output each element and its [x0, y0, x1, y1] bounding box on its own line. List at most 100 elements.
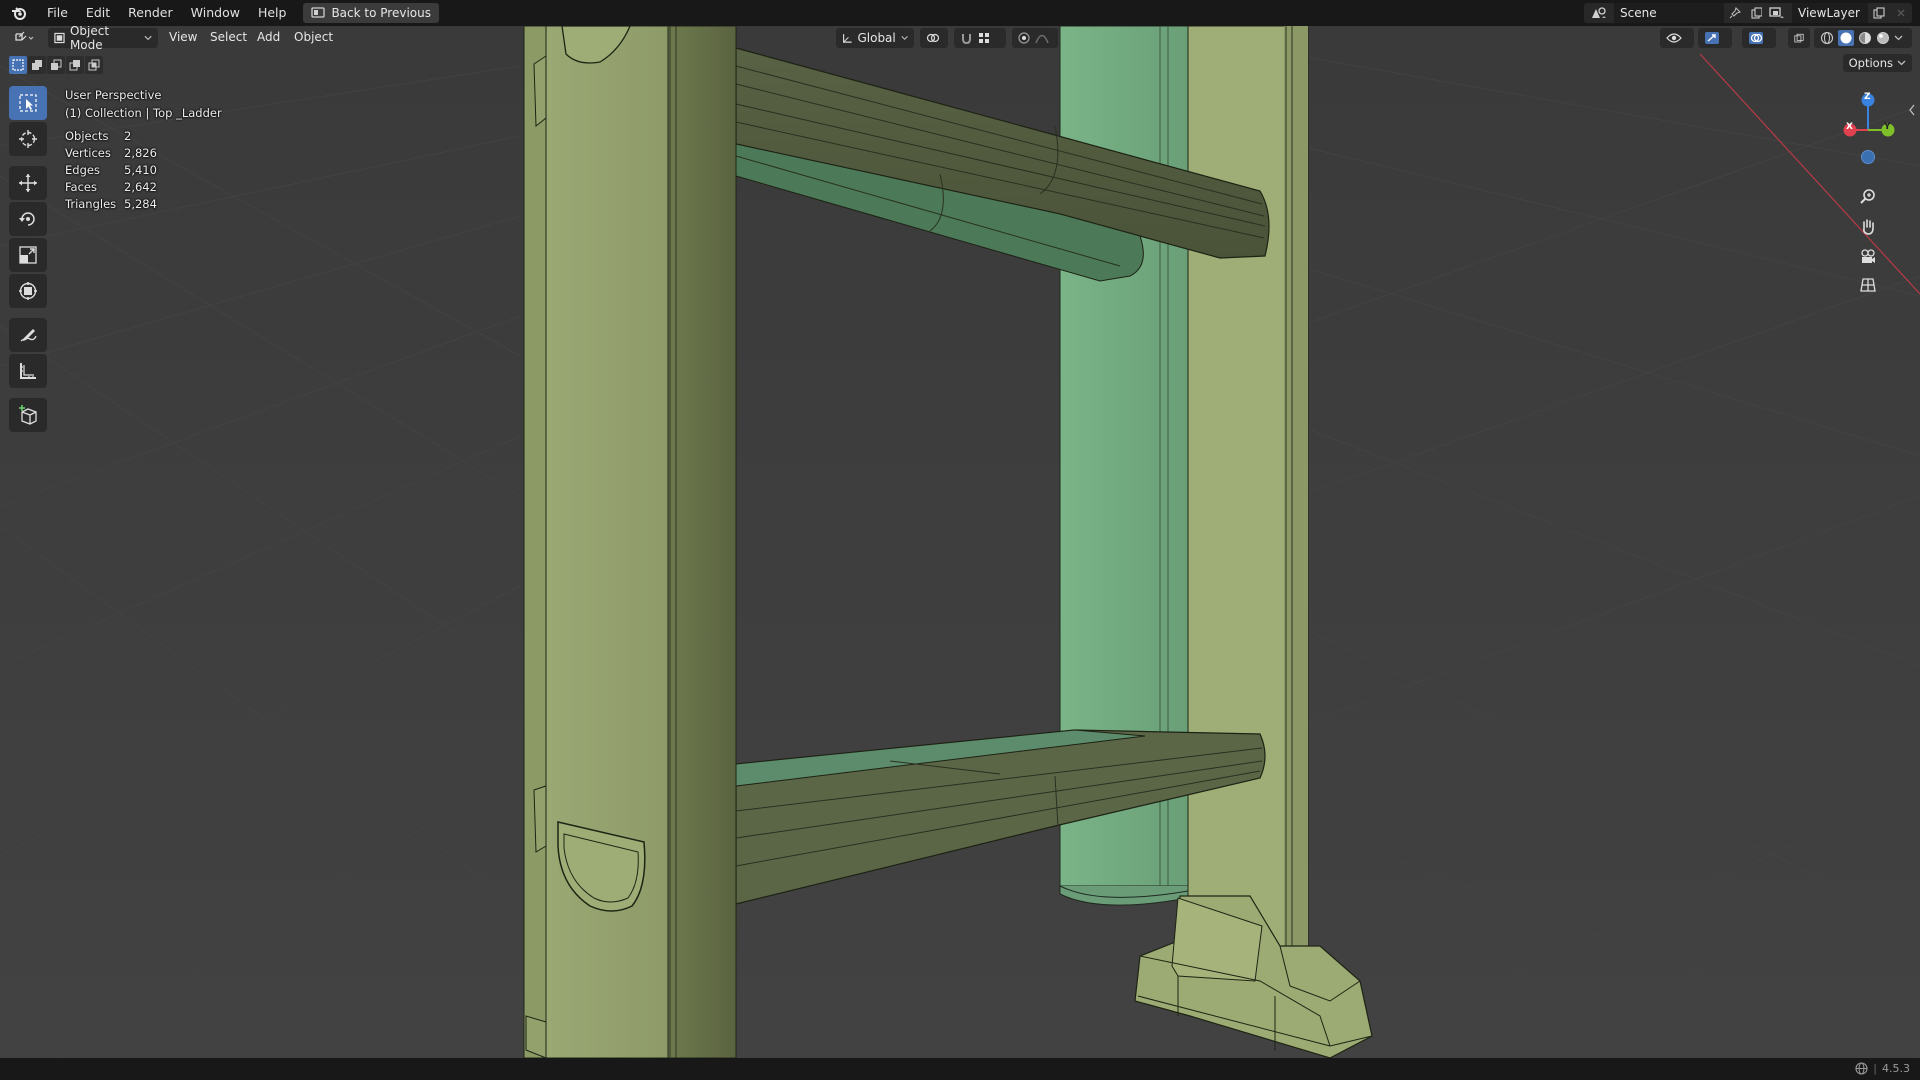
scene-selector[interactable]: Scene	[1584, 3, 1790, 23]
add-cube-tool[interactable]	[9, 398, 47, 432]
xray-icon	[1794, 33, 1804, 42]
select-box-tool[interactable]	[9, 86, 47, 120]
xray-toggle[interactable]	[1788, 28, 1810, 48]
status-bar: | 4.5.3	[0, 1058, 1920, 1080]
view-perspective-label: User Perspective	[65, 88, 162, 102]
proportional-edit-icon	[1018, 32, 1030, 44]
orientation-icon	[843, 33, 852, 43]
menu-view[interactable]: View	[169, 30, 197, 44]
shading-modes[interactable]	[1814, 28, 1912, 48]
menu-render[interactable]: Render	[119, 0, 182, 26]
3d-viewport[interactable]: Object Mode View Select Add Object Globa…	[0, 26, 1920, 1058]
scene-name-field[interactable]: Scene	[1614, 3, 1724, 23]
cursor-tool[interactable]	[9, 122, 47, 156]
menu-help[interactable]: Help	[249, 0, 296, 26]
new-view-layer-icon[interactable]	[1868, 3, 1890, 23]
transform-tool[interactable]	[9, 274, 47, 308]
move-icon	[19, 174, 37, 192]
menu-file[interactable]: File	[38, 0, 77, 26]
measure-tool[interactable]	[9, 354, 47, 388]
options-dropdown[interactable]: Options	[1842, 54, 1912, 72]
gizmo-toggle[interactable]	[1698, 28, 1732, 48]
pivot-point-dropdown[interactable]	[920, 28, 948, 48]
pivot-icon	[926, 33, 940, 43]
snap-grid-icon	[979, 33, 989, 43]
select-new-mode[interactable]	[9, 56, 27, 74]
stat-edges: Edges 5,410	[65, 163, 157, 177]
annotate-tool[interactable]	[9, 318, 47, 352]
chevron-down-icon	[901, 36, 908, 40]
material-shading-icon[interactable]	[1858, 31, 1872, 45]
select-difference-mode[interactable]	[66, 56, 84, 74]
falloff-icon	[1035, 34, 1049, 44]
overlays-toggle[interactable]	[1742, 28, 1776, 48]
rotate-icon	[19, 212, 35, 226]
hand-pan-icon	[1863, 219, 1874, 235]
solid-shading-icon[interactable]	[1838, 30, 1854, 46]
view-layer-name-field[interactable]: ViewLayer	[1792, 3, 1868, 23]
rendered-shading-icon[interactable]	[1876, 31, 1890, 45]
select-intersect-icon	[88, 59, 100, 71]
pin-icon[interactable]	[1724, 3, 1746, 23]
editor-type-button[interactable]	[8, 28, 42, 48]
menu-add[interactable]: Add	[257, 30, 280, 44]
proportional-editing-controls[interactable]	[1012, 28, 1058, 48]
select-intersect-mode[interactable]	[85, 56, 103, 74]
chevron-down-icon	[1897, 60, 1906, 66]
perspective-grid-icon	[1860, 278, 1876, 292]
visibility-dropdown[interactable]	[1660, 28, 1694, 48]
snap-controls[interactable]	[954, 28, 1006, 48]
stat-objects: Objects 2	[65, 129, 132, 143]
version-info: | 4.5.3	[1855, 1062, 1910, 1075]
zoom-button[interactable]	[1855, 184, 1881, 210]
pan-button[interactable]	[1855, 214, 1881, 240]
viewport-text-info: User Perspective (1) Collection | Top _L…	[65, 86, 222, 213]
back-to-previous-label: Back to Previous	[331, 6, 431, 20]
view-layer-selector[interactable]: ViewLayer	[1762, 3, 1912, 23]
select-subtract-mode[interactable]	[47, 56, 65, 74]
menu-window[interactable]: Window	[182, 0, 249, 26]
select-extend-mode[interactable]	[28, 56, 46, 74]
rotate-tool[interactable]	[9, 202, 47, 236]
remove-view-layer-icon[interactable]	[1890, 3, 1912, 23]
top-menu-bar: File Edit Render Window Help Back to Pre…	[0, 0, 1920, 26]
selection-mode-buttons	[9, 56, 103, 74]
select-difference-icon	[69, 60, 80, 71]
chevron-down-icon	[1894, 35, 1903, 41]
x-axis-label: X	[1846, 122, 1853, 132]
camera-icon	[1861, 249, 1875, 263]
mode-dropdown[interactable]: Object Mode	[48, 26, 158, 52]
scale-tool[interactable]	[9, 238, 47, 272]
stat-faces: Faces 2,642	[65, 180, 157, 194]
scene-icon[interactable]	[1584, 3, 1614, 23]
navigation-gizmo: Z X Y	[1820, 78, 1920, 292]
add-cube-icon	[19, 405, 37, 425]
transform-orientation-dropdown[interactable]: Global	[836, 28, 914, 48]
select-new-icon	[12, 59, 24, 71]
globe-icon	[1855, 1062, 1868, 1075]
blender-logo-icon[interactable]	[0, 0, 38, 26]
stat-triangles: Triangles 5,284	[65, 197, 157, 211]
sidebar-toggle-icon[interactable]	[1908, 104, 1918, 118]
back-to-previous-button[interactable]: Back to Previous	[303, 3, 439, 23]
menu-object[interactable]: Object	[294, 30, 333, 44]
menu-select[interactable]: Select	[210, 30, 247, 44]
wireframe-shading-icon[interactable]	[1820, 31, 1834, 45]
transform-icon	[19, 282, 37, 300]
overlays-icon	[1749, 32, 1763, 44]
menu-edit[interactable]: Edit	[77, 0, 119, 26]
scene-statistics: Objects 2 Vertices 2,826 Edges 5,410 Faces 2…	[65, 128, 222, 213]
eye-icon	[1666, 33, 1682, 43]
y-axis-label: Y	[1884, 122, 1891, 132]
chevron-down-icon	[144, 35, 152, 41]
move-tool[interactable]	[9, 166, 47, 200]
projection-toggle-button[interactable]	[1855, 272, 1881, 298]
select-subtract-icon	[51, 59, 62, 70]
version-number: 4.5.3	[1882, 1062, 1910, 1075]
view-layer-icon[interactable]	[1762, 3, 1792, 23]
select-extend-icon	[32, 60, 42, 70]
scale-icon	[19, 246, 37, 264]
zoom-magnifier-icon	[1860, 189, 1875, 204]
tool-shelf	[9, 86, 47, 432]
camera-view-button[interactable]	[1855, 244, 1881, 270]
